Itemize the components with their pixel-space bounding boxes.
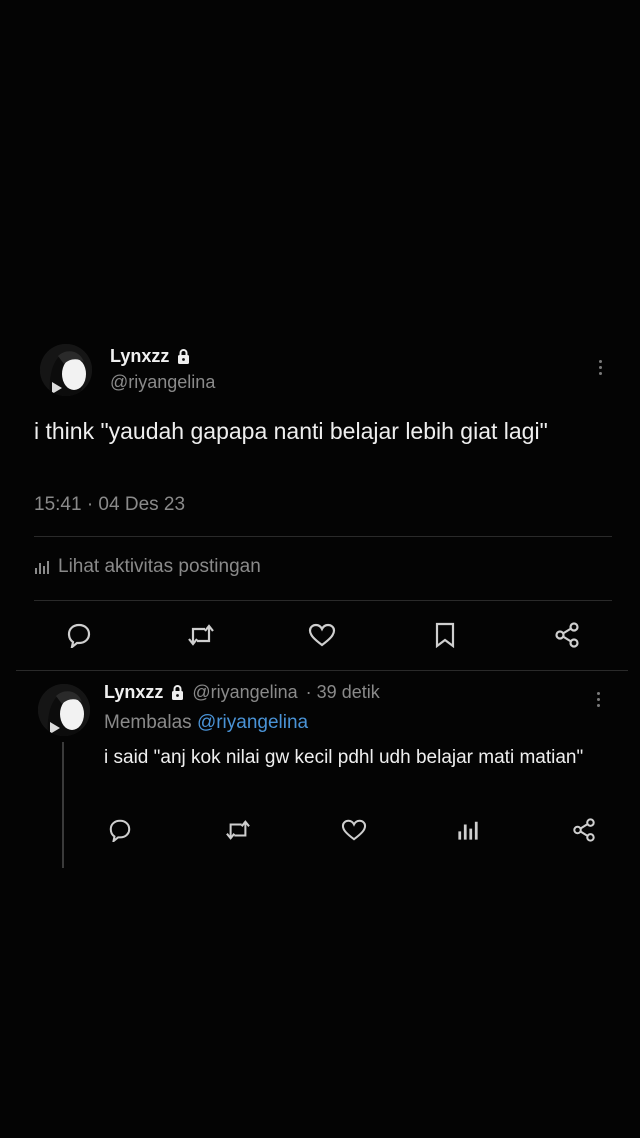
- divider: [34, 600, 612, 601]
- bookmark-icon[interactable]: [430, 620, 460, 650]
- display-name[interactable]: Lynxzz: [110, 346, 169, 367]
- views-icon[interactable]: [454, 816, 482, 844]
- more-icon[interactable]: [597, 692, 601, 707]
- display-name[interactable]: Lynxzz: [104, 682, 163, 703]
- section-divider: [16, 670, 628, 671]
- timestamp[interactable]: 15:41 · 04 Des 23: [34, 494, 185, 516]
- replying-to-link[interactable]: @riyangelina: [197, 712, 308, 733]
- main-tweet: Lynxzz @riyangelina i think "yaudah gapa…: [0, 330, 640, 670]
- divider: [34, 536, 612, 537]
- thread-line: [62, 742, 64, 868]
- share-icon[interactable]: [570, 816, 598, 844]
- avatar[interactable]: [40, 344, 92, 396]
- lock-icon: [171, 685, 184, 700]
- activity-label: Lihat aktivitas postingan: [58, 556, 261, 577]
- retweet-icon[interactable]: [186, 620, 216, 650]
- avatar-image: [40, 344, 92, 396]
- author-row: Lynxzz: [110, 346, 190, 367]
- share-icon[interactable]: [552, 620, 582, 650]
- avatar[interactable]: [38, 684, 90, 736]
- reply-text: i said "anj kok nilai gw kecil pdhl udh …: [104, 747, 584, 768]
- reply-tweet[interactable]: Lynxzz @riyangelina · 39 detik Membalas …: [0, 672, 640, 872]
- reply-icon[interactable]: [106, 816, 134, 844]
- heart-icon[interactable]: [307, 620, 337, 650]
- heart-icon[interactable]: [340, 816, 368, 844]
- activity-link[interactable]: Lihat aktivitas postingan: [34, 556, 261, 578]
- avatar-image: [38, 684, 90, 736]
- more-icon[interactable]: [599, 360, 603, 375]
- replying-prefix: Membalas: [104, 712, 192, 733]
- retweet-icon[interactable]: [224, 816, 252, 844]
- reply-author-row: Lynxzz @riyangelina · 39 detik: [104, 682, 380, 703]
- tweet-text: i think "yaudah gapapa nanti belajar leb…: [34, 418, 548, 444]
- replying-to: Membalas @riyangelina: [104, 712, 308, 734]
- lock-icon: [177, 349, 190, 364]
- reply-time: · 39 detik: [305, 682, 380, 702]
- handle[interactable]: @riyangelina: [110, 372, 215, 393]
- handle[interactable]: @riyangelina: [192, 682, 297, 703]
- reply-icon[interactable]: [64, 620, 94, 650]
- views-icon: [34, 559, 50, 575]
